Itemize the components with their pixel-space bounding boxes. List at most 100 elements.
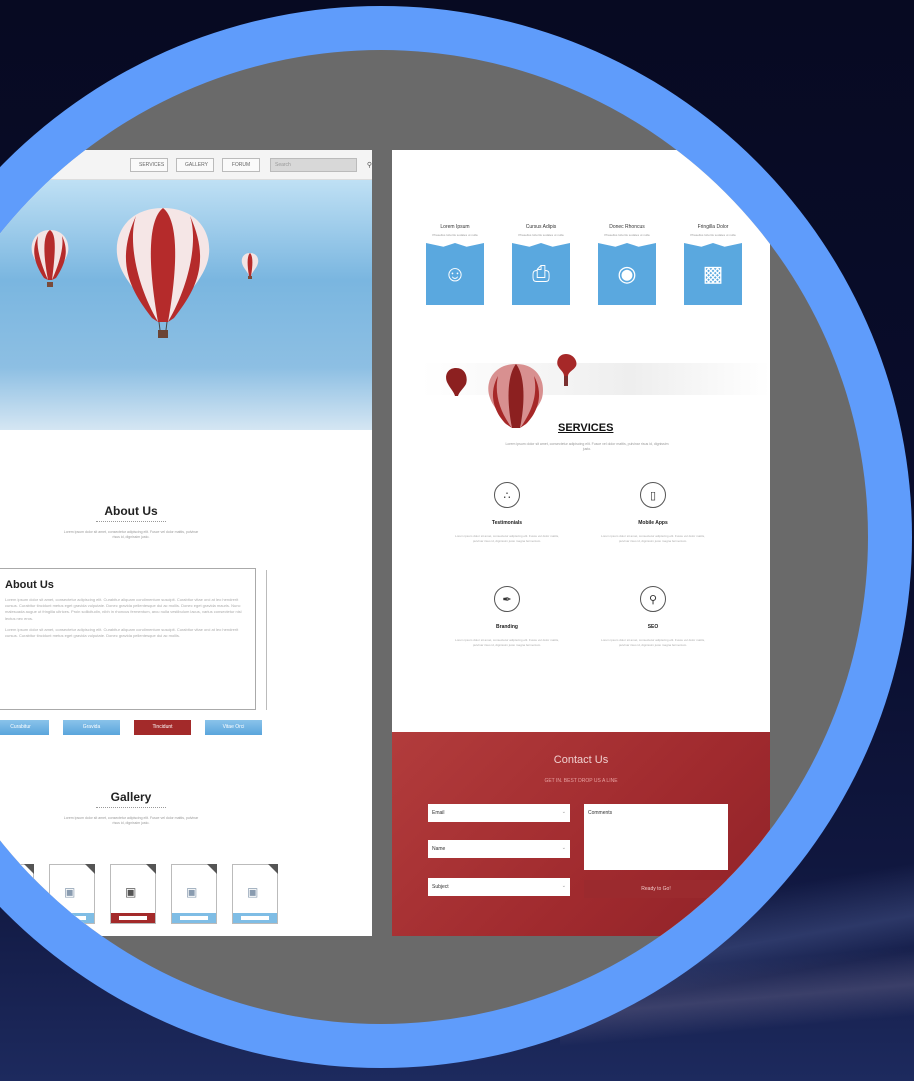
gallery-divider <box>96 807 166 808</box>
feature-icon-tile: ⎙ <box>512 243 570 305</box>
name-field-label: Name <box>432 846 446 852</box>
gamepad-icon: ▩ <box>702 261 724 286</box>
gallery-item-caption <box>111 913 155 923</box>
top-nav: SERVICES GALLERY FORUM Search ⚲ <box>0 150 372 180</box>
about-scrollbar[interactable] <box>266 570 267 710</box>
search-input[interactable]: Search <box>270 157 357 172</box>
service-label: Branding <box>496 624 518 630</box>
camera-icon: ▣ <box>247 885 259 899</box>
service-label: Mobile Apps <box>638 520 668 526</box>
gallery-item-caption <box>0 913 33 923</box>
feature-row: Lorem Ipsum Phasellus lobortis sodales u… <box>426 224 742 305</box>
feature-card[interactable]: Fringilla Dolor Phasellus lobortis sodal… <box>684 224 742 305</box>
feature-card[interactable]: Lorem Ipsum Phasellus lobortis sodales u… <box>426 224 484 305</box>
gallery-carousel: ▣ ▣ ▣ ▣ ▣ <box>0 864 278 924</box>
corner-fold <box>24 864 34 874</box>
gallery-item-caption <box>172 913 216 923</box>
gallery-heading: Gallery <box>110 790 152 804</box>
tab-curabitur[interactable]: Curabitur <box>0 720 49 735</box>
chevron-down-icon: ⌄ <box>561 809 566 815</box>
smile-icon: ☺ <box>443 261 467 286</box>
pen-icon: ✒ <box>494 586 520 612</box>
gallery-section: Gallery Lorem ipsum dolor sit amet, cons… <box>0 790 312 826</box>
service-mobile-apps[interactable]: ▯ Mobile Apps Lorem ipsum dolor sit amet… <box>598 482 708 543</box>
contact-subheading: GET IN. BEST DROP US A LINE <box>544 778 618 784</box>
service-description: Lorem ipsum dolor sit amet, consectetur … <box>455 534 559 543</box>
service-description: Lorem ipsum dolor sit amet, consectetur … <box>455 638 559 647</box>
camera-icon: ▣ <box>186 885 198 899</box>
comments-field-label: Comments <box>588 810 613 816</box>
about-section: About Us Lorem ipsum dolor sit amet, con… <box>0 504 312 540</box>
about-heading: About Us <box>104 504 158 518</box>
feature-subtitle: Phasellus lobortis sodales ut nulla <box>690 233 736 237</box>
email-field[interactable]: Email ⌄ <box>428 804 570 822</box>
gallery-item[interactable]: ▣ <box>49 864 95 924</box>
service-label: SEO <box>647 624 659 630</box>
feature-title: Cursus Adipis <box>525 224 557 230</box>
tab-gravida[interactable]: Gravida <box>63 720 120 735</box>
service-description: Lorem ipsum dolor sit amet, consectetur … <box>601 534 705 543</box>
hero-banner <box>0 180 372 430</box>
corner-fold <box>85 864 95 874</box>
about-intro: Lorem ipsum dolor sit amet, consectetur … <box>63 530 199 539</box>
subject-field-label: Subject <box>432 884 449 890</box>
gallery-item-active[interactable]: ▣ <box>110 864 156 924</box>
feature-subtitle: Phasellus lobortis sodales ut nulla <box>518 233 564 237</box>
service-testimonials[interactable]: ∴ Testimonials Lorem ipsum dolor sit ame… <box>452 482 562 543</box>
submit-button[interactable]: Ready to Go! <box>584 880 728 898</box>
magnifier-icon[interactable]: ⚲ <box>367 161 372 169</box>
comments-field[interactable]: Comments <box>584 804 728 870</box>
left-page-mockup: SERVICES GALLERY FORUM Search ⚲ About Us… <box>0 150 372 936</box>
tab-vitae-orci[interactable]: Vitae Orci <box>205 720 262 735</box>
stage: SERVICES GALLERY FORUM Search ⚲ About Us… <box>0 0 914 1081</box>
phone-icon: ▯ <box>640 482 666 508</box>
globe-icon: ◉ <box>617 261 637 286</box>
corner-fold <box>207 864 217 874</box>
feature-card[interactable]: Cursus Adipis Phasellus lobortis sodales… <box>512 224 570 305</box>
about-card-paragraph-1: Lorem ipsum dolor sit amet, consectetur … <box>5 597 242 621</box>
email-field-label: Email <box>432 810 445 816</box>
name-field[interactable]: Name ⌄ <box>428 840 570 858</box>
feature-subtitle: Phasellus lobortis sodales ut nulla <box>604 233 650 237</box>
feature-card[interactable]: Donec Rhoncus Phasellus lobortis sodales… <box>598 224 656 305</box>
share-icon: ∴ <box>494 482 520 508</box>
services-intro: Lorem ipsum dolor sit amet, consectetur … <box>505 442 669 451</box>
service-description: Lorem ipsum dolor sit amet, consectetur … <box>601 638 705 647</box>
feature-title: Fringilla Dolor <box>697 224 729 230</box>
balloon-small-left <box>31 230 69 287</box>
service-label: Testimonials <box>491 520 523 526</box>
nav-item-gallery[interactable]: GALLERY <box>176 157 214 172</box>
search-icon: ⚲ <box>640 586 666 612</box>
gallery-item[interactable]: ▣ <box>232 864 278 924</box>
corner-fold <box>146 864 156 874</box>
about-card-title: About Us <box>5 579 54 591</box>
about-card-paragraph-2: Lorem ipsum dolor sit amet, consectetur … <box>5 626 239 639</box>
gallery-item-caption <box>233 913 277 923</box>
corner-fold <box>268 864 278 874</box>
chevron-down-icon: ⌄ <box>561 883 566 889</box>
feature-subtitle: Phasellus lobortis sodales ut nulla <box>432 233 478 237</box>
about-card: About Us Lorem ipsum dolor sit amet, con… <box>0 568 256 710</box>
tab-tincidunt[interactable]: Tincidunt <box>134 720 191 735</box>
gallery-intro: Lorem ipsum dolor sit amet, consectetur … <box>63 816 199 825</box>
nav-item-forum[interactable]: FORUM <box>222 157 260 172</box>
right-page-mockup: Lorem Ipsum Phasellus lobortis sodales u… <box>392 150 770 936</box>
feature-title: Donec Rhoncus <box>609 224 645 230</box>
printer-icon: ⎙ <box>532 261 550 286</box>
feature-icon-tile: ◉ <box>598 243 656 305</box>
gallery-item[interactable]: ▣ <box>0 864 34 924</box>
contact-heading: Contact Us <box>553 754 609 766</box>
service-branding[interactable]: ✒ Branding Lorem ipsum dolor sit amet, c… <box>452 586 562 647</box>
balloon-large-center <box>116 208 210 338</box>
about-divider <box>96 521 166 522</box>
subject-field[interactable]: Subject ⌄ <box>428 878 570 896</box>
services-heading: SERVICES <box>558 422 614 434</box>
camera-icon: ▣ <box>3 885 15 899</box>
feature-title: Lorem Ipsum <box>440 224 470 230</box>
circle-inner: SERVICES GALLERY FORUM Search ⚲ About Us… <box>0 50 868 1024</box>
nav-item-services[interactable]: SERVICES <box>130 157 168 172</box>
service-seo[interactable]: ⚲ SEO Lorem ipsum dolor sit amet, consec… <box>598 586 708 647</box>
search-placeholder: Search <box>275 161 291 168</box>
gallery-item[interactable]: ▣ <box>171 864 217 924</box>
chevron-down-icon: ⌄ <box>561 845 566 851</box>
